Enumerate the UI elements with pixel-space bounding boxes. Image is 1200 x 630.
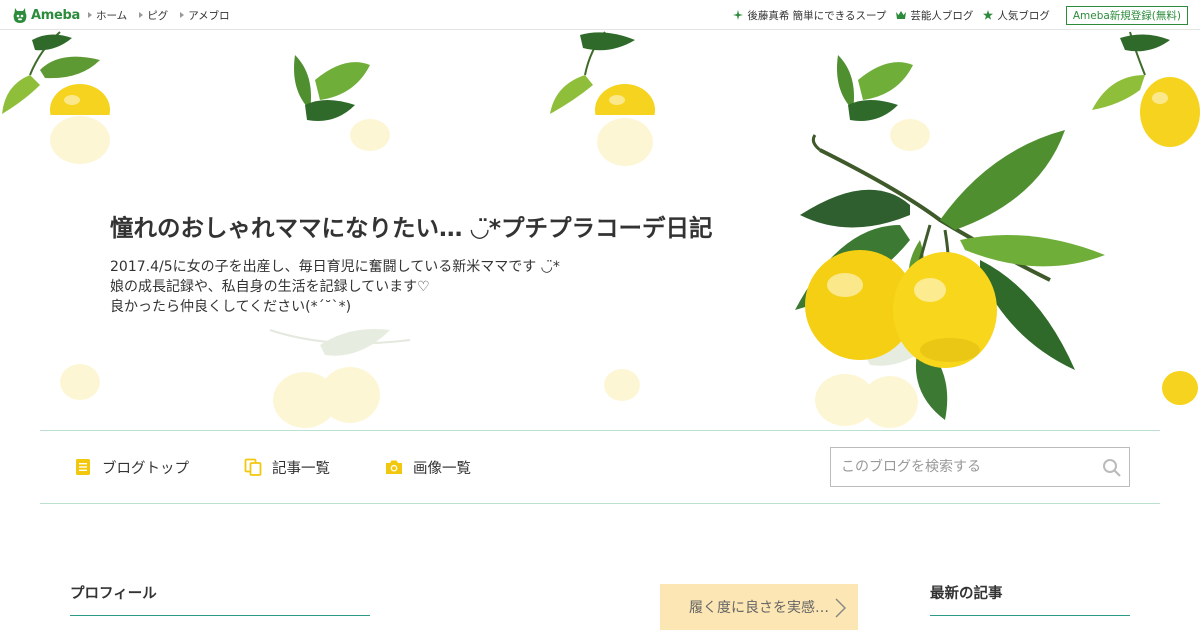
blog-top-link[interactable]: ブログトップ: [74, 457, 189, 478]
search-icon[interactable]: [1102, 458, 1121, 477]
register-button[interactable]: Ameba新規登録(無料): [1065, 5, 1188, 25]
nav-label: 記事一覧: [272, 460, 330, 477]
lemon-sprig-icon: [2, 31, 110, 115]
link-label: 芸能人ブログ: [910, 9, 974, 22]
blog-search-box: [830, 447, 1130, 487]
image-list-link[interactable]: 画像一覧: [385, 457, 471, 478]
latest-articles-heading: 最新の記事: [930, 582, 1130, 616]
blog-title[interactable]: 憧れのおしゃれママになりたい… ◡̈*プチプラコーデ日記: [110, 212, 730, 245]
link-label: 人気ブログ: [997, 9, 1050, 22]
description-line: 2017.4/5に女の子を出産し、毎日育児に奮闘している新米ママです ◡̈*: [110, 259, 560, 275]
global-nav: ホーム ピグ アメブロ: [88, 0, 230, 30]
lemon-branch-illustration: [795, 130, 1105, 420]
blog-description: 2017.4/5に女の子を出産し、毎日育児に奮闘している新米ママです ◡̈* 娘…: [110, 257, 730, 317]
arrow-right-icon: [88, 12, 92, 18]
copy-icon: [244, 458, 262, 476]
star-icon: [983, 10, 994, 20]
lemon-watermark-icon: [597, 118, 653, 166]
blog-nav-bar: ブログトップ 記事一覧 画像一覧: [40, 430, 1160, 504]
link-label: 後藤真希 簡単にできるスープ: [747, 9, 887, 22]
blog-nav-links: ブログトップ 記事一覧 画像一覧: [74, 431, 471, 503]
arrow-right-icon: [139, 12, 144, 18]
camera-icon: [386, 460, 402, 474]
global-header: Ameba ホーム ピグ アメブロ 後藤真希 簡単にできるスープ 芸能人ブログ: [0, 0, 1200, 30]
featured-topic-link[interactable]: 後藤真希 簡単にできるスープ: [733, 8, 886, 23]
blog-title-block: 憧れのおしゃれママになりたい… ◡̈*プチプラコーデ日記 2017.4/5に女の…: [110, 212, 730, 317]
lemon-watermark-icon: [50, 116, 110, 164]
promo-text: 履く度に良さを実感…: [689, 600, 829, 616]
nav-ameblo-link[interactable]: アメブロ: [180, 8, 230, 23]
nav-label: ピグ: [147, 9, 169, 22]
header-right-links: 後藤真希 簡単にできるスープ 芸能人ブログ 人気ブログ Ameba新規登録(無料…: [733, 0, 1188, 30]
profile-heading: プロフィール: [70, 582, 370, 616]
arrow-right-icon: [180, 12, 185, 18]
promo-banner[interactable]: 履く度に良さを実感…: [660, 584, 858, 630]
nav-home-link[interactable]: ホーム: [88, 8, 127, 23]
blog-header: 憧れのおしゃれママになりたい… ◡̈*プチプラコーデ日記 2017.4/5に女の…: [0, 30, 1200, 430]
description-line: 娘の成長記録や、私自身の生活を記録しています♡: [110, 279, 430, 295]
description-line: 良かったら仲良くしてください(*´˘`*): [110, 299, 352, 315]
blog-search-input[interactable]: [831, 448, 1081, 486]
nav-label: ホーム: [96, 9, 128, 22]
lemon-branch-watermark-icon: [269, 329, 411, 428]
logo-text: Ameba: [31, 7, 81, 23]
nav-label: アメブロ: [188, 9, 230, 22]
sparkle-icon: [733, 10, 744, 20]
nav-label: 画像一覧: [413, 460, 471, 477]
lemon-watermark-icon: [604, 369, 640, 401]
document-icon: [76, 459, 90, 475]
article-list-link[interactable]: 記事一覧: [244, 457, 330, 478]
celebrity-blog-link[interactable]: 芸能人ブログ: [896, 8, 973, 23]
lemon-sprig-icon: [550, 31, 655, 115]
popular-blog-link[interactable]: 人気ブログ: [983, 8, 1050, 23]
chevron-right-icon: [835, 598, 846, 618]
crown-icon: [896, 11, 907, 19]
nav-label: ブログトップ: [102, 460, 189, 477]
lemon-icon: [1162, 371, 1198, 405]
lemon-watermark-icon: [60, 364, 100, 400]
nav-pigg-link[interactable]: ピグ: [139, 8, 168, 23]
lemon-watermark-icon: [350, 119, 390, 151]
ameba-logo[interactable]: Ameba: [12, 5, 80, 25]
ameba-mascot-icon: [13, 8, 27, 23]
